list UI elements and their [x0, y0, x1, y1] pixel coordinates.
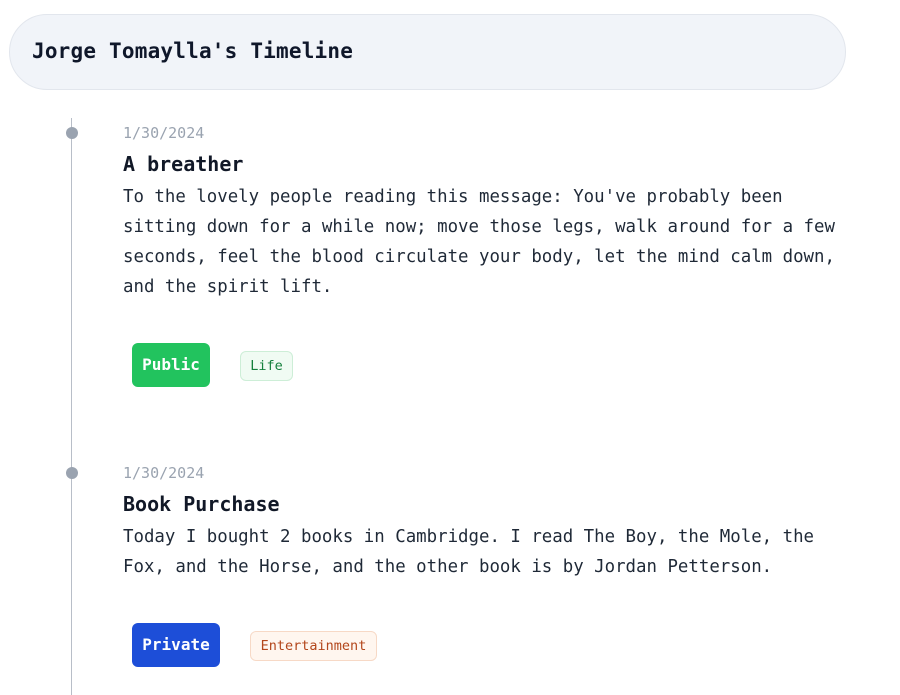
page-title: Jorge Tomaylla's Timeline [32, 39, 354, 63]
entry-body: To the lovely people reading this messag… [123, 187, 835, 297]
timeline-page: Jorge Tomaylla's Timeline 1/30/2024 A br… [0, 0, 900, 695]
entry-body: Today I bought 2 books in Cambridge. I r… [123, 527, 815, 577]
entry-date: 1/30/2024 [123, 124, 205, 142]
entry-title: Book Purchase [123, 492, 280, 516]
timeline-dot-icon [66, 467, 78, 479]
entry-date: 1/30/2024 [123, 464, 205, 482]
category-tag-entertainment[interactable]: Entertainment [250, 631, 377, 661]
visibility-badge-public[interactable]: Public [132, 343, 210, 387]
visibility-badge-private[interactable]: Private [132, 623, 220, 667]
timeline-header: Jorge Tomaylla's Timeline [9, 14, 846, 90]
timeline-dot-icon [66, 127, 78, 139]
entry-title: A breather [123, 152, 244, 176]
timeline-line [71, 118, 72, 695]
category-tag-life[interactable]: Life [240, 351, 293, 381]
